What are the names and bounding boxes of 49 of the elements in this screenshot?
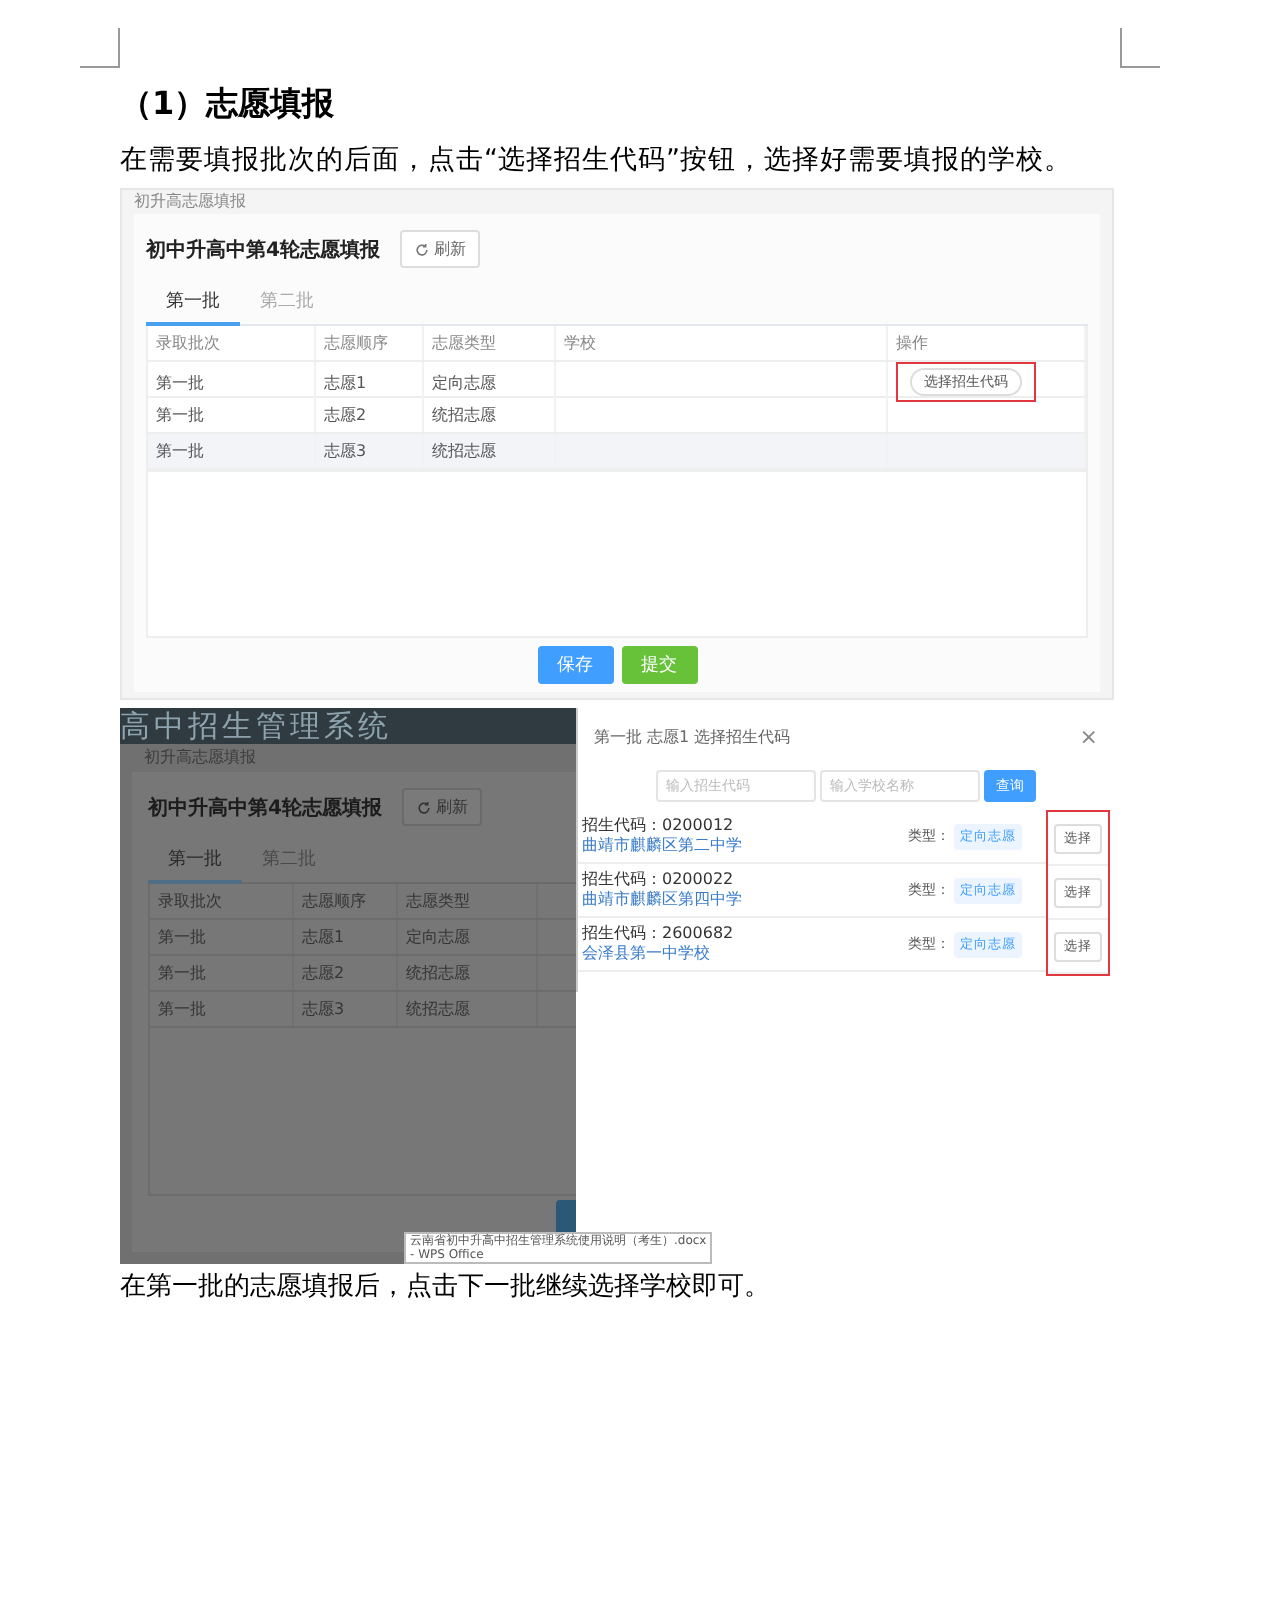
tab[interactable]: 第二批 <box>240 280 334 326</box>
table-cell: 第一批 <box>156 371 204 393</box>
table-cell: 志愿3 <box>324 440 367 462</box>
school-code: 招生代码：2600682 <box>582 924 736 944</box>
save-button[interactable] <box>556 1200 576 1236</box>
tab[interactable]: 第一批 <box>148 838 242 884</box>
table-cell: 志愿1 <box>302 926 345 948</box>
table-cell: 第一批 <box>156 404 204 426</box>
column-header: 志愿顺序 <box>294 884 398 918</box>
table-cell: 志愿3 <box>302 998 345 1020</box>
school-name: 曲靖市麒麟区第二中学 <box>582 836 744 856</box>
table-cell: 统招志愿 <box>406 962 470 984</box>
column-header: 志愿类型 <box>424 326 556 360</box>
column-header: 志愿顺序 <box>316 326 424 360</box>
instruction-text: 在需要填报批次的后面，点击“选择招生代码”按钮，选择好需要填报的学校。 <box>120 142 1074 180</box>
column-header: 操作 <box>888 326 1086 360</box>
page-title: 初中升高中第4轮志愿填报 <box>148 794 382 821</box>
table-cell: 统招志愿 <box>432 440 496 462</box>
table-cell: 定向志愿 <box>406 926 470 948</box>
table-cell: 统招志愿 <box>406 998 470 1020</box>
table-cell: 志愿2 <box>302 962 345 984</box>
column-header: 志愿类型 <box>398 884 538 918</box>
save-button[interactable]: 保存 <box>537 646 613 684</box>
refresh-icon <box>413 241 430 257</box>
table-cell: 定向志愿 <box>432 371 496 393</box>
school-code: 招生代码：0200012 <box>582 816 736 836</box>
school-code: 招生代码：0200022 <box>582 870 736 890</box>
page-title: 初中升高中第4轮志愿填报 <box>146 236 380 263</box>
school-name: 会泽县第一中学校 <box>582 944 712 964</box>
submit-button[interactable]: 提交 <box>621 646 697 684</box>
table-cell: 志愿2 <box>324 404 367 426</box>
table-cell: 统招志愿 <box>432 404 496 426</box>
table-cell: 第一批 <box>156 440 204 462</box>
refresh-button[interactable]: 刷新 <box>399 230 480 268</box>
dialog-title: 第一批 志愿1 选择招生代码 <box>594 726 791 748</box>
section-heading: （1）志愿填报 <box>120 82 337 126</box>
system-title: 高中招生管理系统 <box>120 708 392 744</box>
refresh-button[interactable]: 刷新 <box>401 788 482 826</box>
close-button[interactable]: × <box>1079 724 1098 750</box>
column-header: 学校 <box>556 326 888 360</box>
breadcrumb: 初升高志愿填报 <box>134 190 248 214</box>
column-header: 录取批次 <box>148 326 316 360</box>
refresh-icon <box>415 799 432 815</box>
crop-mark <box>1120 28 1160 68</box>
column-header: 录取批次 <box>150 884 294 918</box>
instruction-text: 在第一批的志愿填报后，点击下一批继续选择学校即可。 <box>120 1270 772 1306</box>
crop-mark <box>80 28 120 68</box>
table-cell: 志愿1 <box>324 371 367 393</box>
school-name: 曲靖市麒麟区第四中学 <box>582 890 744 910</box>
